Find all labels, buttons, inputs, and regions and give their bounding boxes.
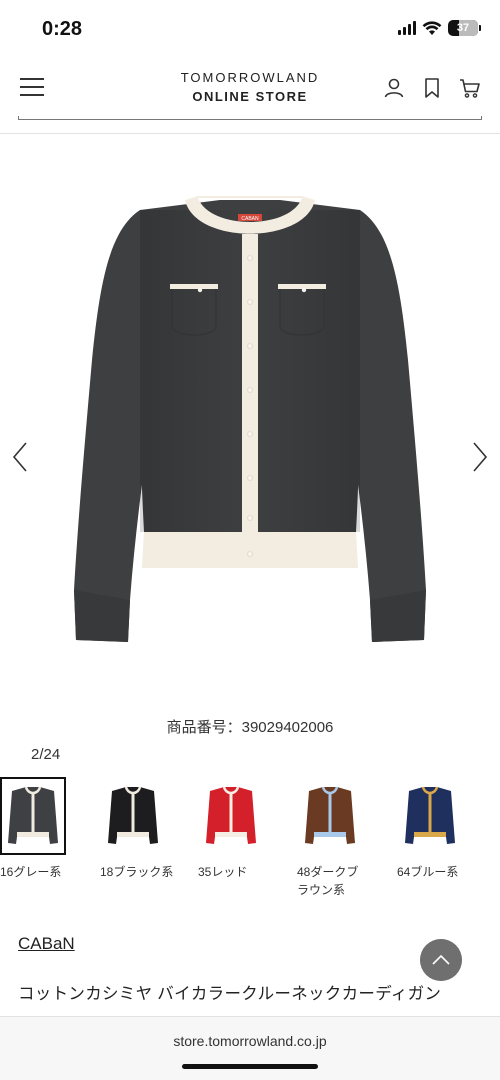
- color-label: 48ダークブラウン系: [297, 865, 359, 897]
- home-indicator[interactable]: [182, 1064, 318, 1069]
- previous-image-arrow-icon[interactable]: [8, 440, 32, 474]
- site-header: TOMORROWLAND ONLINE STORE: [0, 58, 500, 120]
- browser-url-bar[interactable]: store.tomorrowland.co.jp: [0, 1016, 500, 1080]
- battery-percent: 37: [456, 22, 470, 34]
- status-bar: 0:28 37: [0, 0, 500, 58]
- product-name: コットンカシミヤ バイカラークルーネックカーディガン: [18, 985, 442, 1003]
- search-bar-edge[interactable]: [18, 116, 482, 120]
- color-thumb-16-grey[interactable]: 16グレー系: [0, 777, 80, 881]
- account-icon[interactable]: [382, 76, 406, 100]
- bookmark-icon[interactable]: [420, 76, 444, 100]
- thumb-image: [206, 786, 256, 844]
- thumb-image: [108, 786, 158, 844]
- color-label: 16グレー系: [0, 865, 62, 879]
- garment-label-text: CABAN: [241, 216, 259, 222]
- product-main-image: CABAN: [74, 196, 426, 642]
- logo-line2: ONLINE STORE: [192, 89, 308, 104]
- url-text: store.tomorrowland.co.jp: [173, 1033, 327, 1049]
- color-label: 35レッド: [198, 865, 248, 879]
- scroll-to-top-chevron-up-icon[interactable]: [420, 939, 462, 981]
- battery-icon: 37: [448, 20, 481, 36]
- site-logo[interactable]: TOMORROWLAND ONLINE STORE: [150, 70, 350, 104]
- color-thumb-48-dark-brown[interactable]: 48ダークブラウン系: [297, 777, 377, 899]
- thumb-image: [8, 786, 58, 844]
- signal-icon: [398, 21, 416, 35]
- header-divider: [0, 133, 500, 134]
- wifi-icon: [422, 20, 442, 35]
- product-number: 商品番号：39029402006: [166, 719, 334, 736]
- thumb-image: [305, 786, 355, 844]
- color-thumb-64-blue[interactable]: 64ブルー系: [397, 777, 477, 881]
- color-thumb-35-red[interactable]: 35レッド: [198, 777, 278, 881]
- logo-line1: TOMORROWLAND: [180, 70, 320, 85]
- cart-icon[interactable]: [458, 76, 482, 100]
- color-label: 18ブラック系: [100, 865, 174, 879]
- thumb-image: [405, 786, 455, 844]
- image-counter: 2/24: [31, 746, 61, 763]
- brand-link[interactable]: CABaN: [18, 934, 75, 954]
- status-time: 0:28: [42, 18, 83, 40]
- next-image-arrow-icon[interactable]: [468, 440, 492, 474]
- color-label: 64ブルー系: [397, 865, 459, 879]
- color-thumb-18-black[interactable]: 18ブラック系: [100, 777, 180, 881]
- color-thumbnails: 16グレー系 18ブラック系 35レッド 48ダークブラウン系 64ブルー系: [0, 777, 500, 907]
- menu-icon[interactable]: [20, 78, 44, 98]
